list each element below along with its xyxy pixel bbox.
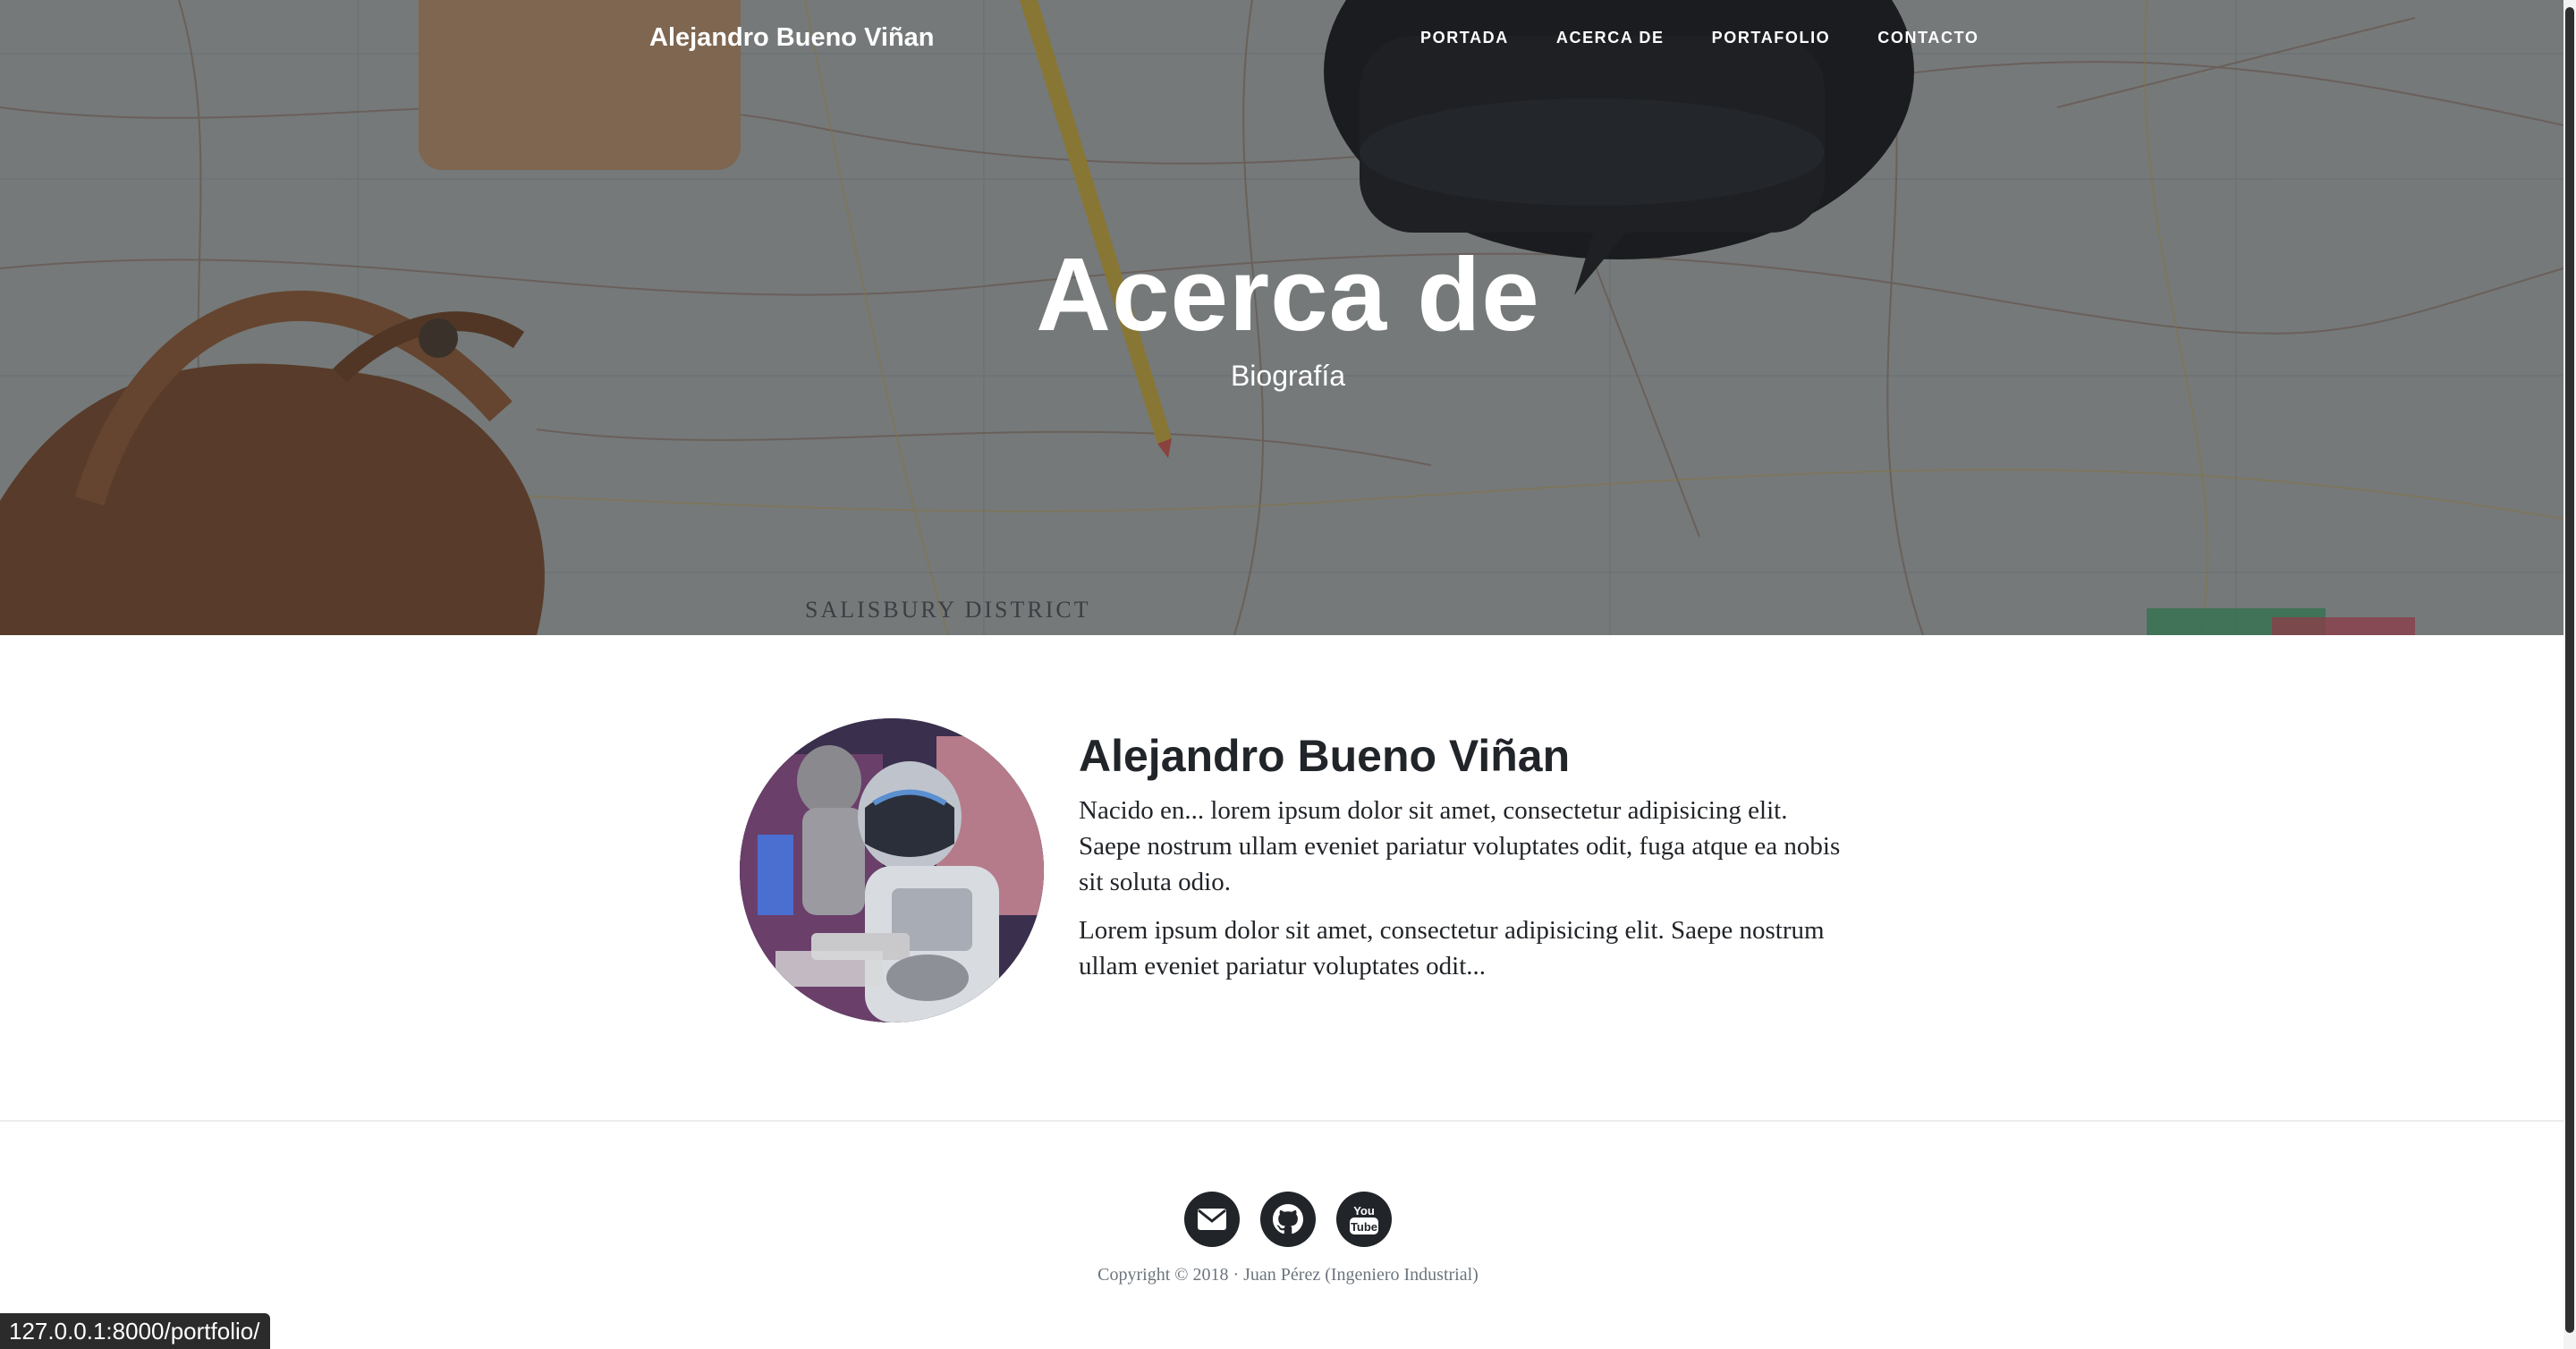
youtube-icon: You Tube (1350, 1204, 1378, 1234)
social-links: You Tube (1184, 1192, 1412, 1247)
about-name: Alejandro Bueno Viñan (1079, 731, 1571, 781)
about-paragraph-2: Lorem ipsum dolor sit amet, consectetur … (1079, 916, 1825, 980)
nav-link-portada[interactable]: Portada (1420, 29, 1509, 47)
github-link[interactable] (1260, 1192, 1316, 1247)
envelope-icon (1198, 1209, 1226, 1230)
navbar: Alejandro Bueno Viñan Portada Acerca de … (0, 0, 2563, 81)
page-title: Acerca de (1036, 236, 1540, 352)
hero-header: SALISBURY DISTRICT Alejandro Bueno Viñan… (0, 0, 2563, 635)
about-paragraph-1: Nacido en... lorem ipsum dolor sit amet,… (1079, 796, 1841, 896)
youtube-icon-text-top: You (1353, 1204, 1375, 1217)
github-icon (1273, 1204, 1303, 1234)
page-subtitle: Biografía (1230, 360, 1346, 392)
nav-link-portafolio[interactable]: Portafolio (1712, 29, 1831, 47)
copyright-text: Copyright © 2018 · Juan Pérez (Ingeniero… (1097, 1265, 1479, 1285)
nav-link-acerca-de[interactable]: Acerca de (1556, 29, 1665, 47)
youtube-link[interactable]: You Tube (1336, 1192, 1392, 1247)
footer: You Tube Copyright © 2018 · Juan Pérez (… (0, 1122, 2563, 1349)
avatar (740, 718, 1044, 1022)
youtube-icon-text-bottom: Tube (1351, 1220, 1377, 1234)
navbar-brand[interactable]: Alejandro Bueno Viñan (649, 23, 935, 53)
about-section: Alejandro Bueno Viñan Nacido en... lorem… (0, 635, 2563, 1120)
status-bar-url: 127.0.0.1:8000/portfolio/ (0, 1313, 271, 1349)
scrollbar-thumb[interactable] (2565, 7, 2574, 1333)
nav-links: Portada Acerca de Portafolio Contacto (1420, 29, 2026, 47)
email-link[interactable] (1184, 1192, 1240, 1247)
avatar-robots-image (740, 718, 1044, 1022)
nav-link-contacto[interactable]: Contacto (1877, 29, 1979, 47)
